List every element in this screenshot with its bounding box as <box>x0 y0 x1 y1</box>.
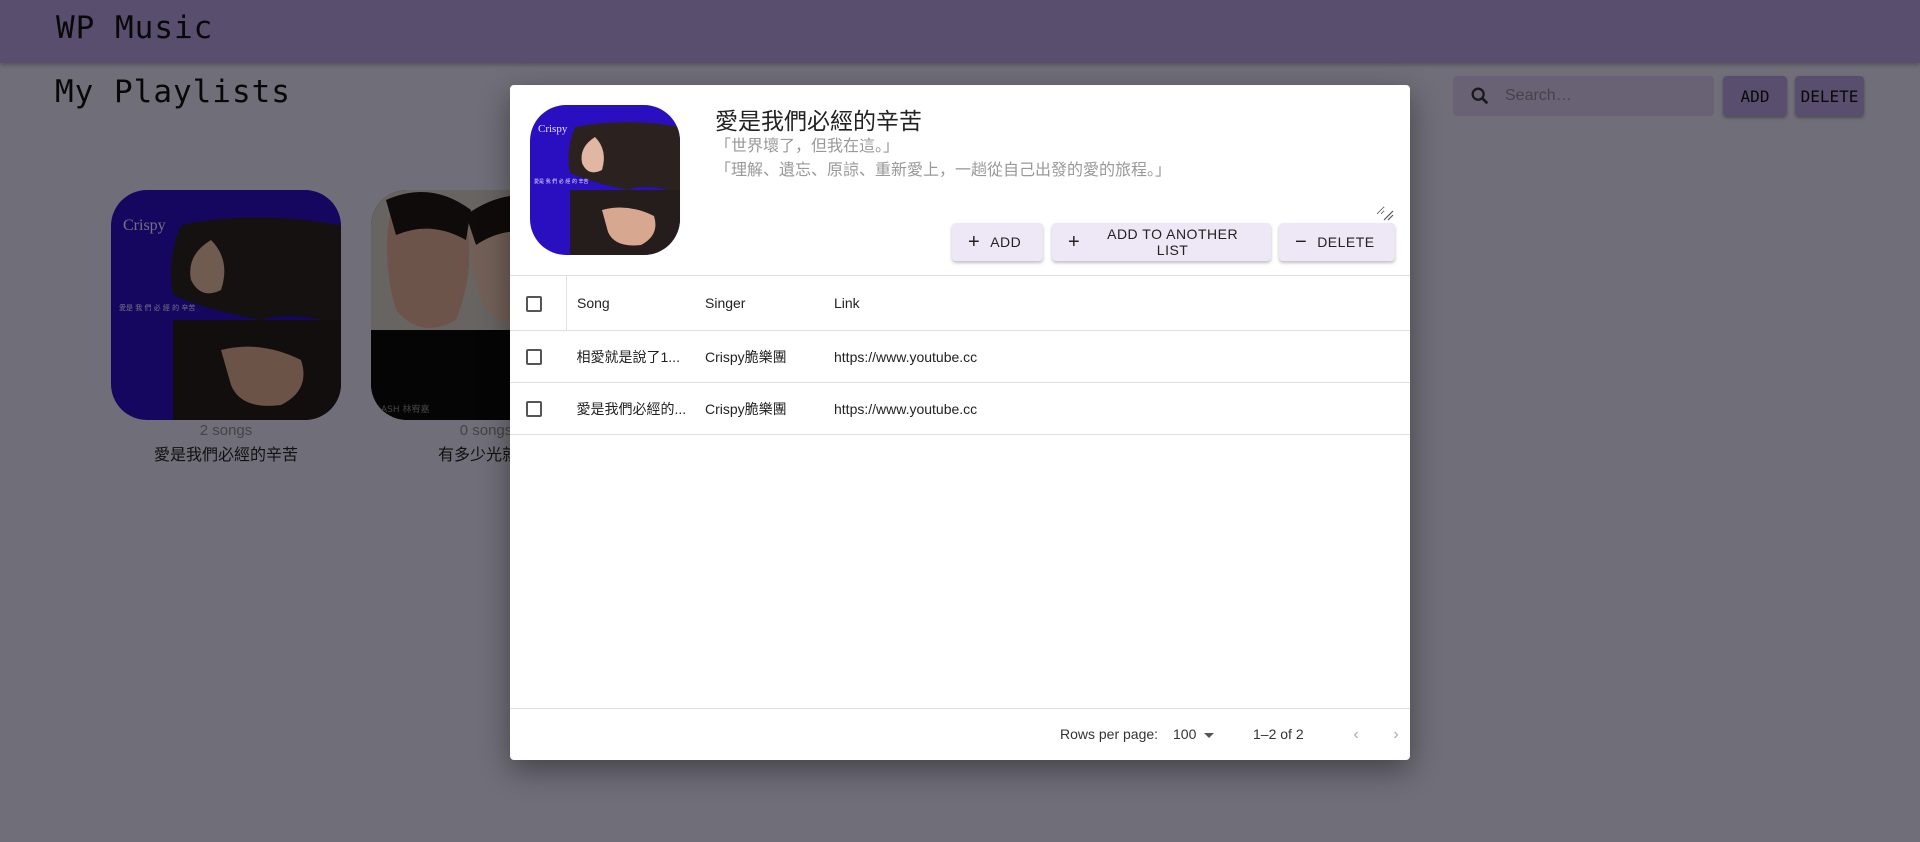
plus-icon: + <box>968 231 981 253</box>
minus-icon: − <box>1295 231 1308 253</box>
link-cell[interactable]: https://www.youtube.cc <box>834 349 977 365</box>
playlist-dialog: Crispy 愛是 我 們 必 經 的 辛苦 愛是我們必經的辛苦 「世界壞了，但… <box>510 85 1410 760</box>
song-cell[interactable]: 愛是我們必經的... <box>577 399 687 419</box>
add-to-another-list-button[interactable]: + ADD TO ANOTHER LIST <box>1052 223 1271 261</box>
select-all-checkbox[interactable] <box>526 295 542 312</box>
description-line: 「理解、遺忘、原諒、重新愛上，一趟從自己出發的愛的旅程。」 <box>715 162 1172 179</box>
rows-per-page-label: Rows per page: <box>1060 726 1159 742</box>
svg-text:Crispy: Crispy <box>538 123 568 135</box>
singer-cell[interactable]: Crispy脆樂團 <box>705 347 787 367</box>
singer-column-header[interactable]: Singer <box>695 276 824 331</box>
row-select-cell <box>510 330 567 383</box>
delete-song-button[interactable]: − DELETE <box>1279 223 1395 261</box>
resize-grip-icon[interactable] <box>1382 209 1394 221</box>
plus-icon: + <box>1068 231 1081 253</box>
select-all-cell <box>510 276 567 331</box>
row-checkbox[interactable] <box>526 349 542 366</box>
add-song-button[interactable]: + ADD <box>952 223 1043 261</box>
table-row[interactable]: 愛是我們必經的... Crispy脆樂團 https://www.youtube… <box>510 382 1410 435</box>
caret-down-icon[interactable] <box>1204 733 1214 738</box>
add-to-another-list-label: ADD TO ANOTHER LIST <box>1107 226 1239 258</box>
chevron-left-icon[interactable]: ‹ <box>1344 723 1368 747</box>
song-cell[interactable]: 相愛就是說了1... <box>577 347 680 367</box>
description-textarea[interactable]: 「世界壞了，但我在這。」 「理解、遺忘、原諒、重新愛上，一趟從自己出發的愛的旅程… <box>715 135 1385 215</box>
svg-text:愛是 我 們 必 經 的 辛苦: 愛是 我 們 必 經 的 辛苦 <box>534 178 589 185</box>
songs-table: Song Singer Link 相愛就是說了1... Crispy脆樂團 ht… <box>510 276 1410 435</box>
description-line: 「世界壞了，但我在這。」 <box>715 138 900 155</box>
table-header-row: Song Singer Link <box>510 276 1410 331</box>
pagination-footer: Rows per page: 100 1–2 of 2 ‹ › <box>510 708 1410 761</box>
row-select-cell <box>510 382 567 435</box>
pagination-range: 1–2 of 2 <box>1253 726 1304 742</box>
dialog-playlist-cover: Crispy 愛是 我 們 必 經 的 辛苦 <box>530 105 680 255</box>
dialog-title[interactable]: 愛是我們必經的辛苦 <box>715 102 922 136</box>
song-column-header[interactable]: Song <box>566 276 695 331</box>
table-row[interactable]: 相愛就是說了1... Crispy脆樂團 https://www.youtube… <box>510 330 1410 383</box>
row-checkbox[interactable] <box>526 401 542 418</box>
link-cell[interactable]: https://www.youtube.cc <box>834 401 977 417</box>
rows-per-page-select[interactable]: 100 <box>1173 726 1196 742</box>
chevron-right-icon[interactable]: › <box>1384 723 1408 747</box>
delete-song-label: DELETE <box>1317 234 1375 250</box>
add-song-label: ADD <box>990 234 1022 250</box>
singer-cell[interactable]: Crispy脆樂團 <box>705 399 787 419</box>
link-column-header[interactable]: Link <box>824 276 1410 331</box>
